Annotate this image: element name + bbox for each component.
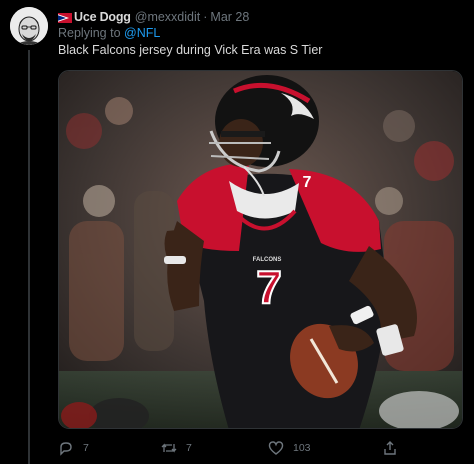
thread-connector-line [28,50,30,464]
football-player-photo: 7 FALCONS 7 [59,71,462,428]
separator-dot: · [203,10,208,24]
share-icon [382,440,398,456]
heart-icon [268,440,284,456]
replying-to: Replying to @NFL [58,26,160,40]
replying-to-label: Replying to [58,26,121,40]
tweet-photo[interactable]: 7 FALCONS 7 [58,70,463,429]
reply-button[interactable]: 7 [58,438,89,458]
like-count: 103 [293,442,311,454]
american-samoa-flag-icon [58,12,72,23]
tweet-actions: 7 7 103 [58,438,463,458]
avatar-image [10,7,48,45]
retweet-count: 7 [186,442,192,454]
tweet-text: Black Falcons jersey during Vick Era was… [58,43,323,57]
sleeve-number: 7 [303,174,312,191]
avatar[interactable] [10,7,48,45]
retweet-button[interactable]: 7 [161,438,192,458]
user-handle[interactable]: @mexxdidit [135,10,201,24]
jersey-team-word: FALCONS [253,257,282,263]
display-name[interactable]: Uce Dogg [74,10,131,24]
like-button[interactable]: 103 [268,438,311,458]
replying-to-mention[interactable]: @NFL [124,26,160,40]
retweet-icon [161,440,177,456]
reply-icon [58,440,74,456]
share-button[interactable] [382,438,407,458]
tweet-date[interactable]: Mar 28 [210,10,249,24]
tweet-header: Uce Dogg @mexxdidit · Mar 28 [58,8,249,26]
reply-count: 7 [83,442,89,454]
jersey-number: 7 [256,261,282,313]
